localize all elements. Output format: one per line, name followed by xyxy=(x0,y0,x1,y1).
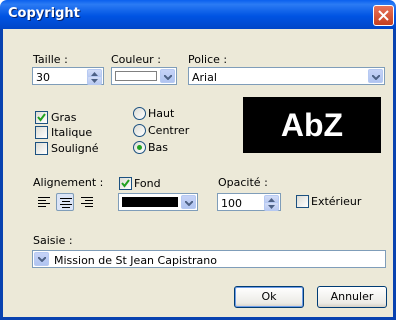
ok-button[interactable]: Ok xyxy=(234,286,304,308)
bas-label: Bas xyxy=(148,141,169,154)
opacite-label: Opacité : xyxy=(218,176,268,189)
police-value: Arial xyxy=(192,71,217,84)
taille-label: Taille : xyxy=(33,53,68,66)
window-title: Copyright xyxy=(8,6,80,21)
preview-box: AbZ xyxy=(243,97,381,153)
gras-label: Gras xyxy=(51,111,77,124)
couleur-label: Couleur : xyxy=(111,53,161,66)
opacite-value: 100 xyxy=(221,197,242,210)
checkmark-icon xyxy=(37,113,46,122)
centrer-label: Centrer xyxy=(148,124,190,137)
align-left-icon xyxy=(38,197,50,207)
chevron-down-icon xyxy=(38,257,46,262)
close-icon xyxy=(378,10,389,21)
align-left-button[interactable] xyxy=(35,193,53,211)
spin-down-button[interactable] xyxy=(264,202,279,211)
couleur-dropdown-button[interactable] xyxy=(160,69,175,83)
exterieur-checkbox[interactable] xyxy=(296,195,309,208)
fond-dropdown-button[interactable] xyxy=(181,195,196,209)
souligne-checkbox[interactable] xyxy=(35,142,48,155)
couleur-dropdown[interactable] xyxy=(111,67,177,85)
haut-radio[interactable] xyxy=(133,107,146,120)
opacite-stepper[interactable]: 100 xyxy=(217,193,281,211)
fond-swatch xyxy=(122,197,178,207)
saisie-label: Saisie : xyxy=(33,234,73,247)
couleur-swatch xyxy=(115,71,157,81)
align-right-icon xyxy=(81,197,93,207)
taille-spinner[interactable] xyxy=(87,69,102,85)
fond-color-dropdown[interactable] xyxy=(118,193,198,211)
radio-selected-dot xyxy=(137,145,142,150)
italique-label: Italique xyxy=(51,126,93,139)
alignement-label: Alignement : xyxy=(33,176,104,189)
haut-label: Haut xyxy=(148,107,175,120)
arrow-down-icon xyxy=(91,79,98,83)
annuler-button[interactable]: Annuler xyxy=(317,286,387,308)
chevron-down-icon xyxy=(164,75,172,80)
centrer-radio[interactable] xyxy=(133,124,146,137)
police-dropdown-button[interactable] xyxy=(368,69,383,83)
taille-stepper[interactable]: 30 xyxy=(32,67,104,85)
align-center-icon xyxy=(60,198,72,208)
copyright-dialog: Copyright Taille : Couleur : Police : 30 xyxy=(0,0,396,320)
police-dropdown[interactable]: Arial xyxy=(188,67,385,85)
chevron-down-icon xyxy=(372,75,380,80)
gras-checkbox[interactable] xyxy=(35,111,48,124)
close-button[interactable] xyxy=(373,5,394,26)
fond-label: Fond xyxy=(134,177,161,190)
taille-value: 30 xyxy=(36,71,50,84)
saisie-value: Mission de St Jean Capistrano xyxy=(54,254,217,267)
souligne-label: Souligné xyxy=(51,142,99,155)
title-bar[interactable]: Copyright xyxy=(0,0,396,29)
checkmark-icon xyxy=(121,179,130,188)
saisie-combobox[interactable]: Mission de St Jean Capistrano xyxy=(32,250,386,268)
police-label: Police : xyxy=(188,53,228,66)
arrow-down-icon xyxy=(268,205,275,209)
chevron-down-icon xyxy=(185,201,193,206)
bas-radio[interactable] xyxy=(133,141,146,154)
spin-down-button[interactable] xyxy=(87,76,102,85)
saisie-history-button[interactable] xyxy=(34,252,49,266)
exterieur-label: Extérieur xyxy=(311,195,362,208)
fond-checkbox[interactable] xyxy=(119,177,132,190)
italique-checkbox[interactable] xyxy=(35,126,48,139)
opacite-spinner[interactable] xyxy=(264,195,279,211)
align-center-button[interactable] xyxy=(56,193,74,211)
align-right-button[interactable] xyxy=(78,193,96,211)
